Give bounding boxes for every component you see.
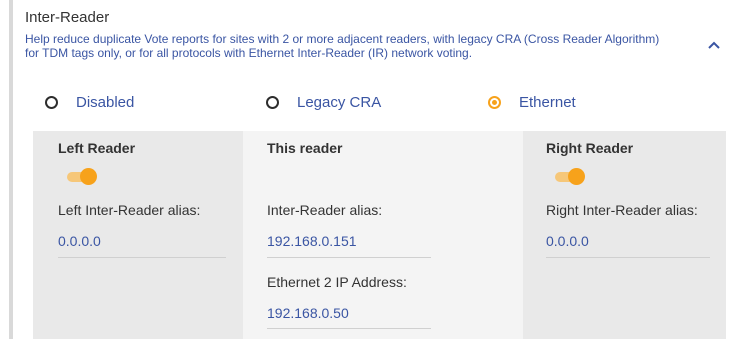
right-alias-underline (546, 257, 710, 258)
this-alias-value[interactable]: 192.168.0.151 (267, 233, 357, 249)
radio-label-legacy-cra: Legacy CRA (297, 93, 382, 111)
ethernet-ip-underline (267, 328, 431, 329)
radio-option-ethernet[interactable]: Ethernet (488, 90, 576, 114)
radio-button-checked-icon (488, 95, 501, 109)
this-reader-title: This reader (267, 140, 343, 156)
left-alias-value[interactable]: 0.0.0.0 (58, 233, 101, 249)
right-alias-label: Right Inter-Reader alias: (546, 202, 698, 218)
radio-option-legacy-cra[interactable]: Legacy CRA (266, 90, 381, 114)
this-alias-underline (267, 257, 431, 258)
toggle-knob (568, 168, 585, 185)
radio-option-disabled[interactable]: Disabled (45, 90, 134, 114)
left-alias-label: Left Inter-Reader alias: (58, 202, 201, 218)
right-reader-toggle[interactable] (553, 168, 585, 185)
inter-reader-mode-radio-group: Disabled Legacy CRA Ethernet (45, 90, 665, 114)
section-description: Help reduce duplicate Vote reports for s… (25, 32, 660, 60)
left-alias-underline (58, 257, 226, 258)
left-reader-toggle[interactable] (65, 168, 97, 185)
right-alias-value[interactable]: 0.0.0.0 (546, 233, 589, 249)
chevron-up-icon[interactable] (706, 37, 722, 53)
this-alias-label: Inter-Reader alias: (267, 202, 383, 218)
ethernet-ip-label: Ethernet 2 IP Address: (267, 274, 407, 290)
radio-button-icon (45, 95, 58, 109)
ethernet-ip-value[interactable]: 192.168.0.50 (267, 305, 349, 321)
section-title: Inter-Reader (25, 9, 110, 26)
section-left-rule (9, 0, 13, 339)
radio-button-icon (266, 95, 279, 109)
right-reader-title: Right Reader (546, 140, 634, 156)
radio-label-disabled: Disabled (76, 93, 135, 111)
toggle-knob (80, 168, 97, 185)
left-reader-title: Left Reader (58, 140, 136, 156)
radio-label-ethernet: Ethernet (519, 93, 576, 111)
